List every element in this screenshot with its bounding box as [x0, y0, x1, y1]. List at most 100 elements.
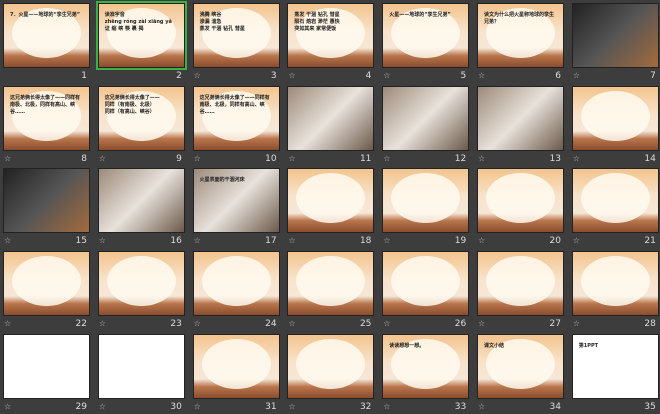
animation-star-icon[interactable]: ☆ [573, 71, 580, 80]
slide-preview[interactable] [3, 168, 90, 234]
slide-preview[interactable] [571, 3, 659, 68]
animation-star-icon[interactable]: ☆ [383, 236, 390, 245]
animation-star-icon[interactable]: ☆ [288, 71, 295, 80]
animation-star-icon[interactable]: ☆ [194, 236, 201, 245]
slide-thumbnail-28[interactable]: ☆ 28 [571, 251, 659, 331]
slide-thumbnail-4[interactable]: 蒸发 干涸 钻孔 彗星 陨石 熔岩 渺茫 惠快 突如其来 家常便饭 ☆ 4 [287, 3, 375, 83]
slide-thumbnail-32[interactable]: ☆ 32 [287, 333, 375, 414]
slide-preview[interactable]: 火星——地球的“孪生兄弟” [382, 3, 470, 68]
slide-thumbnail-9[interactable]: 这兄弟俩长得太像了—— 同样（有南极、北极） 同样（有高山、峡谷） ☆ 9 [97, 85, 185, 166]
slide-thumbnail-1[interactable]: 7．火星——地球的“孪生兄弟” 1 [3, 3, 90, 83]
slide-preview[interactable] [287, 333, 375, 399]
slide-thumbnail-20[interactable]: ☆ 20 [477, 168, 564, 248]
slide-thumbnail-23[interactable]: ☆ 23 [97, 251, 185, 331]
slide-preview[interactable] [477, 85, 564, 151]
animation-star-icon[interactable]: ☆ [4, 154, 11, 163]
slide-thumbnail-30[interactable]: ☆ 30 [97, 333, 185, 414]
slide-preview[interactable]: 这兄弟俩长得太像了——同样有南极、北极，同样有高山、峡谷…… [192, 85, 280, 151]
slide-preview[interactable] [287, 251, 375, 317]
slide-thumbnail-34[interactable]: 课文小结 ☆ 34 [477, 333, 564, 414]
slide-preview[interactable] [287, 85, 375, 151]
animation-star-icon[interactable]: ☆ [383, 402, 390, 411]
slide-preview[interactable]: 读准字音 zhēng róng zài xiāng yǎ 证 缩 峡 筷 裹 揭 [95, 1, 187, 70]
slide-thumbnail-26[interactable]: ☆ 26 [382, 251, 470, 331]
slide-thumbnail-3[interactable]: 沸腾 峡谷 渗漏 湍急 蒸发 干涸 钻孔 彗星 ☆ 3 [192, 3, 280, 83]
slide-preview[interactable] [97, 168, 185, 234]
slide-thumbnail-31[interactable]: ☆ 31 [192, 333, 280, 414]
slide-preview[interactable]: 读文为什么把火星称地球的孪生兄弟？ [477, 3, 564, 68]
slide-preview[interactable]: 沸腾 峡谷 渗漏 湍急 蒸发 干涸 钻孔 彗星 [192, 3, 280, 68]
animation-star-icon[interactable]: ☆ [573, 319, 580, 328]
slide-preview[interactable]: 蒸发 干涸 钻孔 彗星 陨石 熔岩 渺茫 惠快 突如其来 家常便饭 [287, 3, 375, 68]
slide-preview[interactable] [287, 168, 375, 234]
slide-thumbnail-22[interactable]: ☆ 22 [3, 251, 90, 331]
slide-preview[interactable]: 火星表面的干涸河床 [192, 168, 280, 234]
animation-star-icon[interactable]: ☆ [383, 71, 390, 80]
slide-thumbnail-11[interactable]: ☆ 11 [287, 85, 375, 166]
animation-star-icon[interactable]: ☆ [478, 236, 485, 245]
slide-thumbnail-8[interactable]: 这兄弟俩长得太像了——同样有南极、北极，同样有高山、峡谷…… ☆ 8 [3, 85, 90, 166]
slide-thumbnail-13[interactable]: ☆ 13 [477, 85, 564, 166]
slide-thumbnail-27[interactable]: ☆ 27 [477, 251, 564, 331]
slide-thumbnail-33[interactable]: 读读想想一想。 ☆ 33 [382, 333, 470, 414]
slide-thumbnail-14[interactable]: ☆ 14 [571, 85, 659, 166]
slide-thumbnail-25[interactable]: ☆ 25 [287, 251, 375, 331]
animation-star-icon[interactable]: ☆ [383, 319, 390, 328]
slide-thumbnail-17[interactable]: 火星表面的干涸河床 ☆ 17 [192, 168, 280, 248]
slide-preview[interactable] [477, 251, 564, 317]
animation-star-icon[interactable]: ☆ [194, 402, 201, 411]
animation-star-icon[interactable]: ☆ [194, 154, 201, 163]
slide-preview[interactable] [192, 251, 280, 317]
animation-star-icon[interactable]: ☆ [4, 319, 11, 328]
slide-preview[interactable] [571, 168, 659, 234]
animation-star-icon[interactable]: ☆ [99, 319, 106, 328]
slide-preview[interactable]: 第1PPT [571, 333, 659, 399]
slide-thumbnail-10[interactable]: 这兄弟俩长得太像了——同样有南极、北极，同样有高山、峡谷…… ☆ 10 [192, 85, 280, 166]
animation-star-icon[interactable]: ☆ [99, 154, 106, 163]
animation-star-icon[interactable]: ☆ [478, 319, 485, 328]
slide-preview[interactable]: 这兄弟俩长得太像了—— 同样（有南极、北极） 同样（有高山、峡谷） [97, 85, 185, 151]
slide-preview[interactable]: 课文小结 [477, 333, 564, 399]
slide-thumbnail-12[interactable]: ☆ 12 [382, 85, 470, 166]
slide-preview[interactable] [382, 251, 470, 317]
animation-star-icon[interactable]: ☆ [383, 154, 390, 163]
slide-preview[interactable] [382, 168, 470, 234]
slide-preview[interactable] [3, 333, 90, 399]
slide-thumbnail-5[interactable]: 火星——地球的“孪生兄弟” ☆ 5 [382, 3, 470, 83]
slide-preview[interactable] [571, 251, 659, 317]
animation-star-icon[interactable]: ☆ [194, 319, 201, 328]
slide-thumbnail-15[interactable]: ☆ 15 [3, 168, 90, 248]
slide-thumbnail-16[interactable]: ☆ 16 [97, 168, 185, 248]
animation-star-icon[interactable]: ☆ [288, 236, 295, 245]
animation-star-icon[interactable]: ☆ [99, 236, 106, 245]
slide-preview[interactable]: 7．火星——地球的“孪生兄弟” [3, 3, 90, 68]
slide-thumbnail-19[interactable]: ☆ 19 [382, 168, 470, 248]
slide-preview[interactable] [97, 333, 185, 399]
slide-thumbnail-35[interactable]: 第1PPT 35 [571, 333, 659, 414]
animation-star-icon[interactable]: ☆ [478, 402, 485, 411]
slide-preview[interactable] [477, 168, 564, 234]
animation-star-icon[interactable]: ☆ [573, 154, 580, 163]
animation-star-icon[interactable]: ☆ [4, 236, 11, 245]
slide-preview[interactable] [97, 251, 185, 317]
slide-preview[interactable] [571, 85, 659, 151]
slide-thumbnail-7[interactable]: ☆ 7 [571, 3, 659, 83]
slide-preview[interactable]: 读读想想一想。 [382, 333, 470, 399]
slide-thumbnail-24[interactable]: ☆ 24 [192, 251, 280, 331]
animation-star-icon[interactable]: ☆ [194, 71, 201, 80]
animation-star-icon[interactable]: ☆ [478, 71, 485, 80]
slide-thumbnail-18[interactable]: ☆ 18 [287, 168, 375, 248]
slide-thumbnail-2[interactable]: 读准字音 zhēng róng zài xiāng yǎ 证 缩 峡 筷 裹 揭… [95, 1, 187, 83]
animation-star-icon[interactable]: ☆ [478, 154, 485, 163]
slide-preview[interactable] [3, 251, 90, 317]
slide-preview[interactable]: 这兄弟俩长得太像了——同样有南极、北极，同样有高山、峡谷…… [3, 85, 90, 151]
slide-thumbnail-21[interactable]: ☆ 21 [571, 168, 659, 248]
slide-preview[interactable] [192, 333, 280, 399]
animation-star-icon[interactable]: ☆ [288, 402, 295, 411]
animation-star-icon[interactable]: ☆ [99, 402, 106, 411]
slide-thumbnail-6[interactable]: 读文为什么把火星称地球的孪生兄弟？ ☆ 6 [477, 3, 564, 83]
animation-star-icon[interactable]: ☆ [4, 402, 11, 411]
slide-preview[interactable] [382, 85, 470, 151]
animation-star-icon[interactable]: ☆ [573, 236, 580, 245]
slide-thumbnail-29[interactable]: ☆ 29 [3, 333, 90, 414]
